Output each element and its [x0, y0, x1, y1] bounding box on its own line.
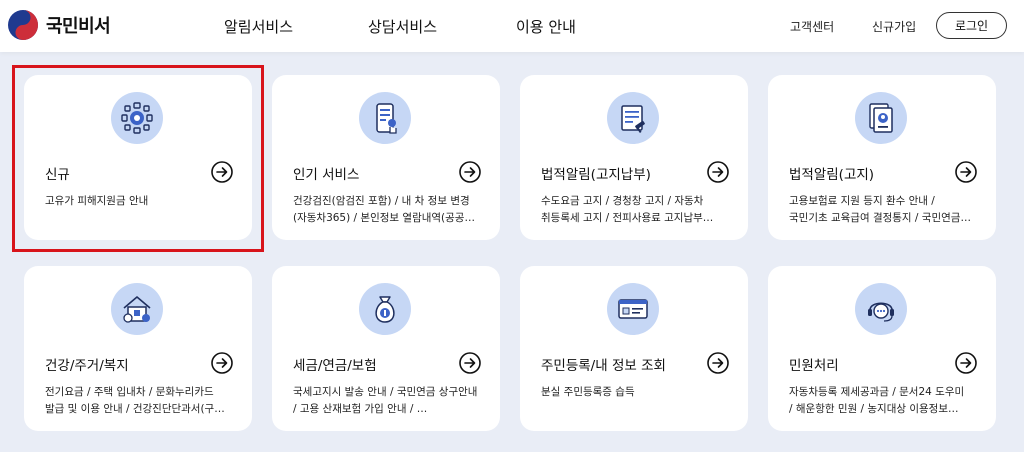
arrow-right-circle-icon[interactable]	[459, 161, 481, 183]
card-description: 자동차등록 제세공과금 / 문서24 도우미 / 해운항한 민원 / 농지대상 …	[789, 384, 981, 418]
card-desc-line[interactable]: / 고용 산재보험 가입 안내 / …	[293, 401, 485, 418]
nav-consultation-services[interactable]: 상담서비스	[368, 16, 437, 37]
service-card-tax-pension-insurance[interactable]: 세금/연금/보험 국세고지시 발송 안내 / 국민연금 상구안내 / 고용 산재…	[272, 266, 500, 431]
card-title: 법적알림(고지)	[789, 167, 875, 183]
card-icon	[607, 283, 659, 335]
card-icon	[855, 283, 907, 335]
card-desc-line[interactable]: 취등록세 고지 / 전피사용료 고지납부…	[541, 210, 733, 227]
card-desc-line[interactable]: 국민기초 교육급여 결정통지 / 국민연금…	[789, 210, 981, 227]
signup-link[interactable]: 신규가입	[872, 18, 916, 35]
document-gavel-icon	[621, 105, 645, 134]
card-icon	[111, 283, 163, 335]
card-icon	[111, 92, 163, 144]
card-desc-line[interactable]: 전기요금 / 주택 입내차 / 문화누리카드	[45, 384, 237, 401]
card-title: 세금/연금/보험	[293, 358, 377, 374]
card-desc-line[interactable]: (자동차365) / 본인정보 열람내역(공공…	[293, 210, 485, 227]
service-card-legal-notice[interactable]: 법적알림(고지) 고용보험료 지원 등지 환수 안내 / 국민기초 교육급여 결…	[768, 75, 996, 240]
customer-center-link[interactable]: 고객센터	[790, 18, 834, 35]
mobile-touch-icon	[376, 103, 397, 134]
arrow-right-circle-icon[interactable]	[707, 352, 729, 374]
card-title: 민원처리	[789, 358, 839, 374]
gear-people-icon	[121, 102, 153, 134]
card-desc-line[interactable]: 고용보험료 지원 등지 환수 안내 /	[789, 193, 981, 210]
card-desc-line[interactable]: 건강검진(암검진 포함) / 내 차 정보 변경	[293, 193, 485, 210]
site-logo[interactable]: 국민비서	[8, 10, 111, 40]
card-desc-line[interactable]: 자동차등록 제세공과금 / 문서24 도우미	[789, 384, 981, 401]
arrow-right-circle-icon[interactable]	[955, 352, 977, 374]
service-card-health-housing-welfare[interactable]: 건강/주거/복지 전기요금 / 주택 입내차 / 문화누리카드 발급 및 이용 …	[24, 266, 252, 431]
service-card-civil-affairs[interactable]: 민원처리 자동차등록 제세공과금 / 문서24 도우미 / 해운항한 민원 / …	[768, 266, 996, 431]
house-health-icon	[123, 296, 151, 323]
card-description: 국세고지시 발송 안내 / 국민연금 상구안내 / 고용 산재보험 가입 안내 …	[293, 384, 485, 418]
card-description: 수도요금 고지 / 경청창 고지 / 자동차 취등록세 고지 / 전피사용료 고…	[541, 193, 733, 227]
card-description: 분실 주민등록증 습득	[541, 384, 733, 401]
top-header: 국민비서 알림서비스 상담서비스 이용 안내 고객센터 신규가입 로그인	[0, 0, 1024, 52]
logo-text: 국민비서	[46, 16, 111, 37]
headset-chat-icon	[868, 302, 894, 322]
id-card-icon	[618, 299, 648, 319]
card-icon	[359, 92, 411, 144]
service-card-popular[interactable]: 인기 서비스 건강검진(암검진 포함) / 내 차 정보 변경 (자동차365)…	[272, 75, 500, 240]
service-card-resident-registration[interactable]: 주민등록/내 정보 조회 분실 주민등록증 습득	[520, 266, 748, 431]
card-title: 법적알림(고지납부)	[541, 167, 651, 183]
nav-notification-services[interactable]: 알림서비스	[224, 16, 293, 37]
card-icon	[855, 92, 907, 144]
card-description: 전기요금 / 주택 입내차 / 문화누리카드 발급 및 이용 안내 / 건강진단…	[45, 384, 237, 418]
taegeuk-logo-icon	[8, 10, 38, 40]
document-badge-icon	[869, 103, 893, 133]
arrow-right-circle-icon[interactable]	[707, 161, 729, 183]
card-desc-line[interactable]: 국세고지시 발송 안내 / 국민연금 상구안내	[293, 384, 485, 401]
card-icon	[359, 283, 411, 335]
card-desc-line[interactable]: / 해운항한 민원 / 농지대상 이용정보…	[789, 401, 981, 418]
card-title: 주민등록/내 정보 조회	[541, 358, 666, 374]
service-card-legal-billing[interactable]: 법적알림(고지납부) 수도요금 고지 / 경청창 고지 / 자동차 취등록세 고…	[520, 75, 748, 240]
card-title: 신규	[45, 167, 70, 183]
card-desc-line[interactable]: 고유가 피해지원금 안내	[45, 193, 237, 210]
card-desc-line[interactable]: 수도요금 고지 / 경청창 고지 / 자동차	[541, 193, 733, 210]
money-bag-icon	[375, 296, 395, 323]
card-description: 건강검진(암검진 포함) / 내 차 정보 변경 (자동차365) / 본인정보…	[293, 193, 485, 227]
arrow-right-circle-icon[interactable]	[955, 161, 977, 183]
card-description: 고용보험료 지원 등지 환수 안내 / 국민기초 교육급여 결정통지 / 국민연…	[789, 193, 981, 227]
card-icon	[607, 92, 659, 144]
arrow-right-circle-icon[interactable]	[211, 352, 233, 374]
card-title: 인기 서비스	[293, 167, 360, 183]
arrow-right-circle-icon[interactable]	[459, 352, 481, 374]
card-title: 건강/주거/복지	[45, 358, 129, 374]
card-desc-line[interactable]: 분실 주민등록증 습득	[541, 384, 733, 401]
login-button[interactable]: 로그인	[936, 12, 1007, 39]
service-card-new[interactable]: 신규 고유가 피해지원금 안내	[24, 75, 252, 240]
card-desc-line[interactable]: 발급 및 이용 안내 / 건강진단단과서(구…	[45, 401, 237, 418]
card-description: 고유가 피해지원금 안내	[45, 193, 237, 210]
nav-usage-guide[interactable]: 이용 안내	[516, 16, 576, 37]
arrow-right-circle-icon[interactable]	[211, 161, 233, 183]
